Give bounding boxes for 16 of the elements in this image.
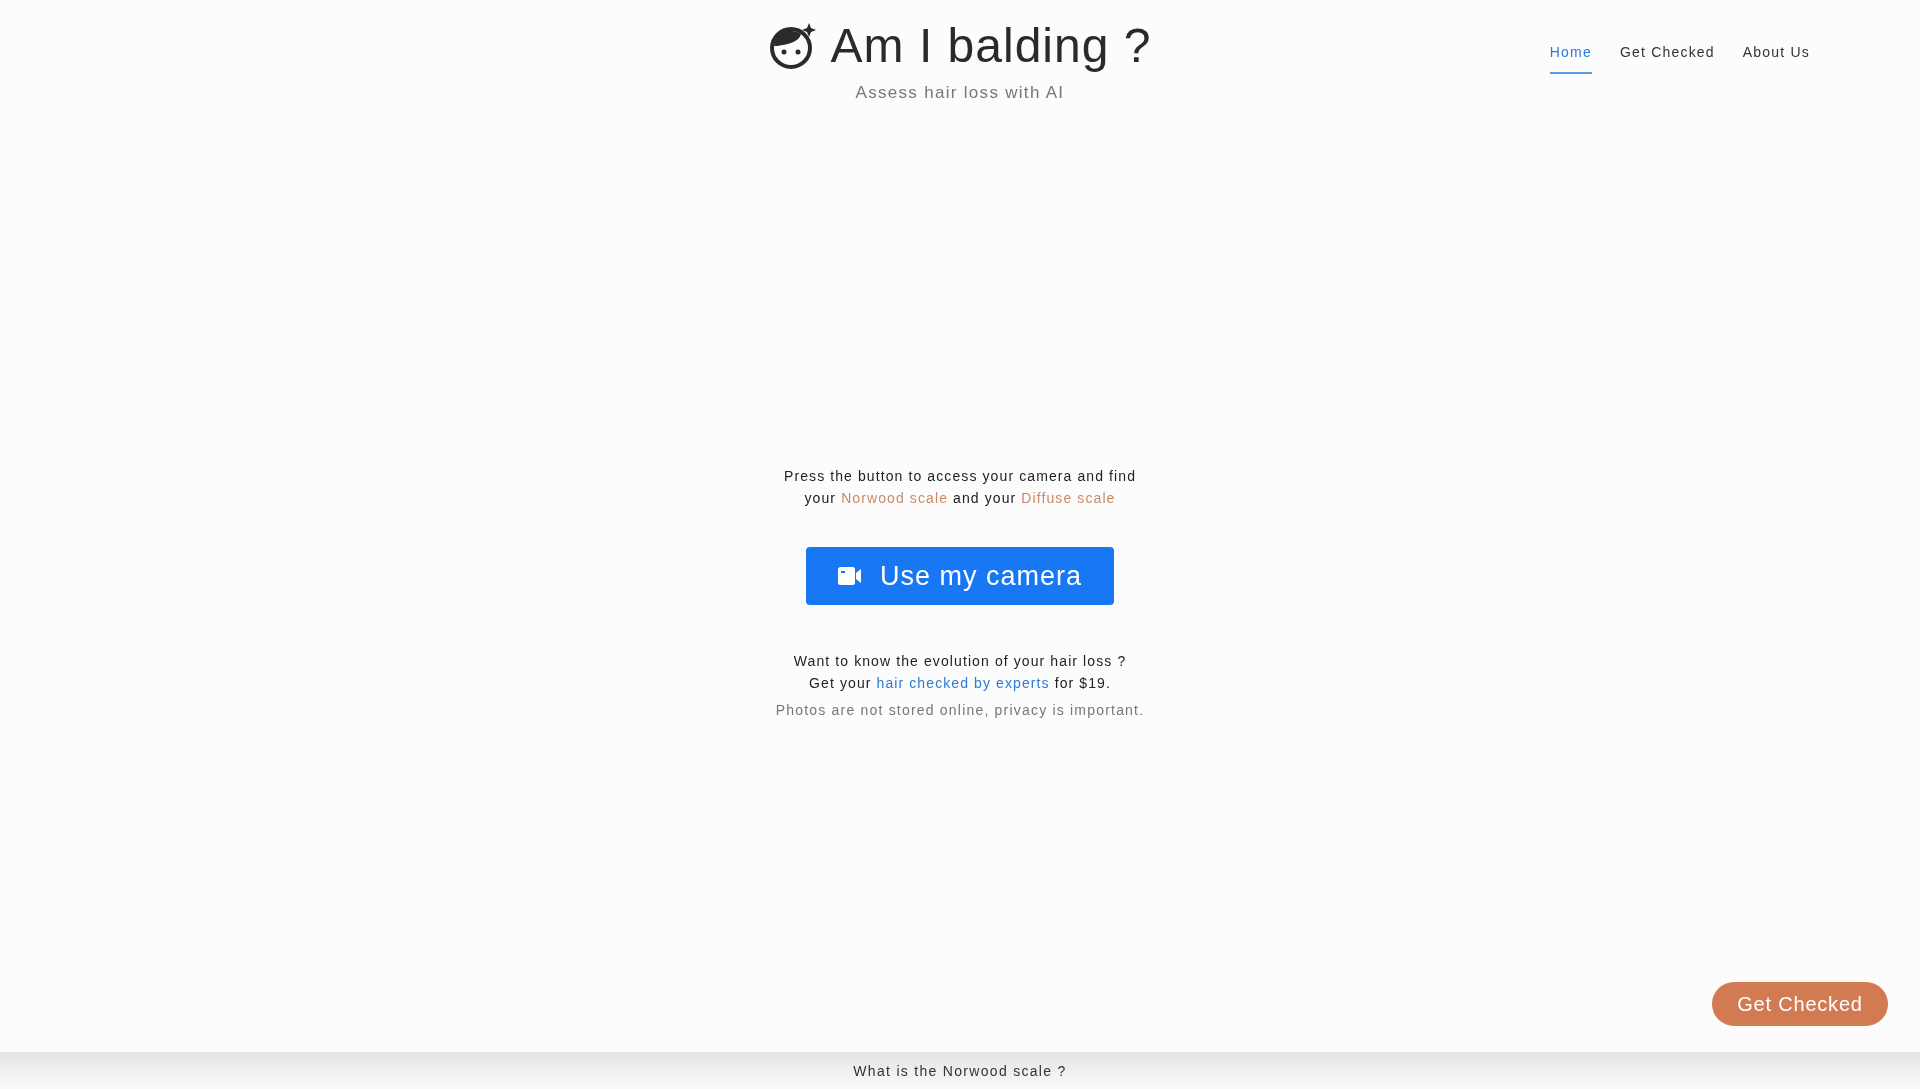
intro-text: Press the button to access your camera and find your Norwood scale and your Diffuse scale <box>783 467 1137 508</box>
nav-link[interactable]: Home <box>1549 40 1592 74</box>
text-link[interactable]: Norwood scale <box>841 490 949 506</box>
privacy-note: Photos are not stored online, privacy is important. <box>775 702 1145 718</box>
offer-text: Want to know the evolution of your hair loss ? Get your hair checked by experts for $19. <box>793 652 1127 693</box>
nav-link[interactable]: About Us <box>1742 40 1810 74</box>
site-title: Am I balding ? <box>830 18 1152 73</box>
camera-button[interactable]: Use my camera <box>806 547 1114 605</box>
site-subtitle: Assess hair loss with AI <box>855 83 1065 103</box>
video-camera-icon <box>837 566 862 586</box>
nav-link[interactable]: Get Checked <box>1619 40 1715 74</box>
get-checked-button[interactable]: Get Checked <box>1712 982 1888 1026</box>
face-icon <box>768 21 817 70</box>
text-link[interactable]: hair checked by experts <box>876 675 1050 691</box>
text-link[interactable]: Diffuse scale <box>1021 490 1116 506</box>
norwood-info-bar[interactable]: What is the Norwood scale ? <box>0 1052 1920 1089</box>
